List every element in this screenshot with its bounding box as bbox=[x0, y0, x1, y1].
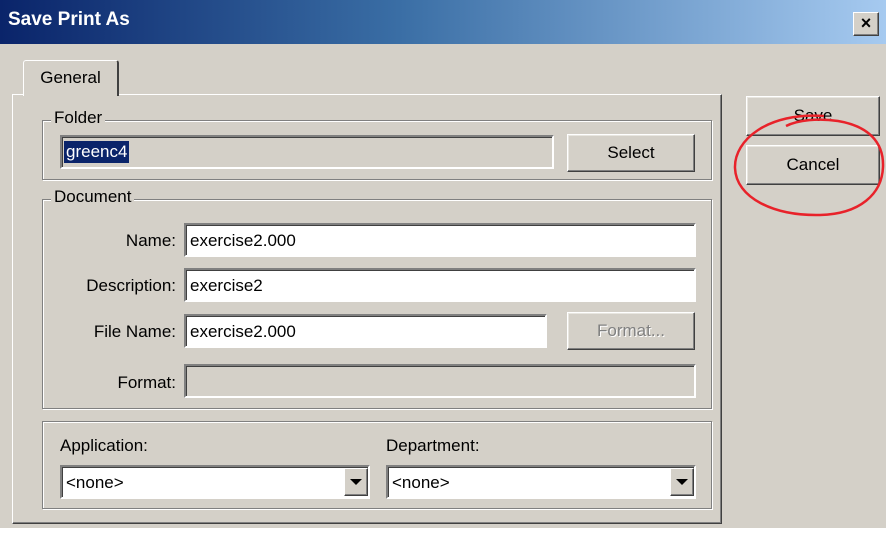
cancel-button-label: Cancel bbox=[786, 155, 840, 174]
name-field[interactable]: exercise2.000 bbox=[184, 223, 696, 257]
document-group-label: Document bbox=[51, 187, 135, 207]
application-label: Application: bbox=[60, 436, 148, 455]
description-label: Description: bbox=[86, 276, 176, 295]
filename-label: File Name: bbox=[93, 322, 176, 341]
application-dropdown[interactable]: <none> bbox=[60, 465, 370, 499]
tab-general[interactable]: General bbox=[23, 60, 119, 96]
save-button[interactable]: Save bbox=[746, 96, 880, 136]
close-icon: × bbox=[860, 13, 872, 33]
name-value: exercise2.000 bbox=[190, 230, 296, 250]
filename-field[interactable]: exercise2.000 bbox=[184, 314, 547, 348]
department-selected: <none> bbox=[392, 472, 450, 492]
department-label: Department: bbox=[386, 436, 480, 455]
folder-field: greenc4 bbox=[60, 135, 554, 169]
title-bar[interactable] bbox=[0, 0, 886, 44]
description-field[interactable]: exercise2 bbox=[184, 268, 696, 302]
close-button[interactable]: × bbox=[853, 12, 879, 36]
name-label: Name: bbox=[125, 231, 176, 250]
select-folder-button[interactable]: Select bbox=[567, 134, 695, 172]
format-button-label: Format... bbox=[596, 321, 665, 340]
window-title: Save Print As bbox=[8, 9, 130, 30]
page-bottom-strip bbox=[0, 528, 886, 546]
filename-value: exercise2.000 bbox=[190, 321, 296, 341]
select-folder-label: Select bbox=[607, 143, 655, 162]
format-label: Format: bbox=[117, 373, 176, 392]
chevron-down-icon bbox=[350, 479, 362, 485]
chevron-down-icon bbox=[676, 479, 688, 485]
application-selected: <none> bbox=[66, 472, 124, 492]
format-field bbox=[184, 364, 696, 398]
folder-value: greenc4 bbox=[64, 141, 130, 163]
description-value: exercise2 bbox=[190, 275, 263, 295]
format-button[interactable]: Format... bbox=[567, 312, 695, 350]
folder-group-label: Folder bbox=[51, 108, 106, 128]
application-dropdown-arrow[interactable] bbox=[344, 468, 368, 496]
department-dropdown-arrow[interactable] bbox=[670, 468, 694, 496]
department-dropdown[interactable]: <none> bbox=[386, 465, 696, 499]
save-button-label: Save bbox=[793, 106, 833, 125]
tab-general-label: General bbox=[40, 68, 101, 87]
cancel-button[interactable]: Cancel bbox=[746, 145, 880, 185]
